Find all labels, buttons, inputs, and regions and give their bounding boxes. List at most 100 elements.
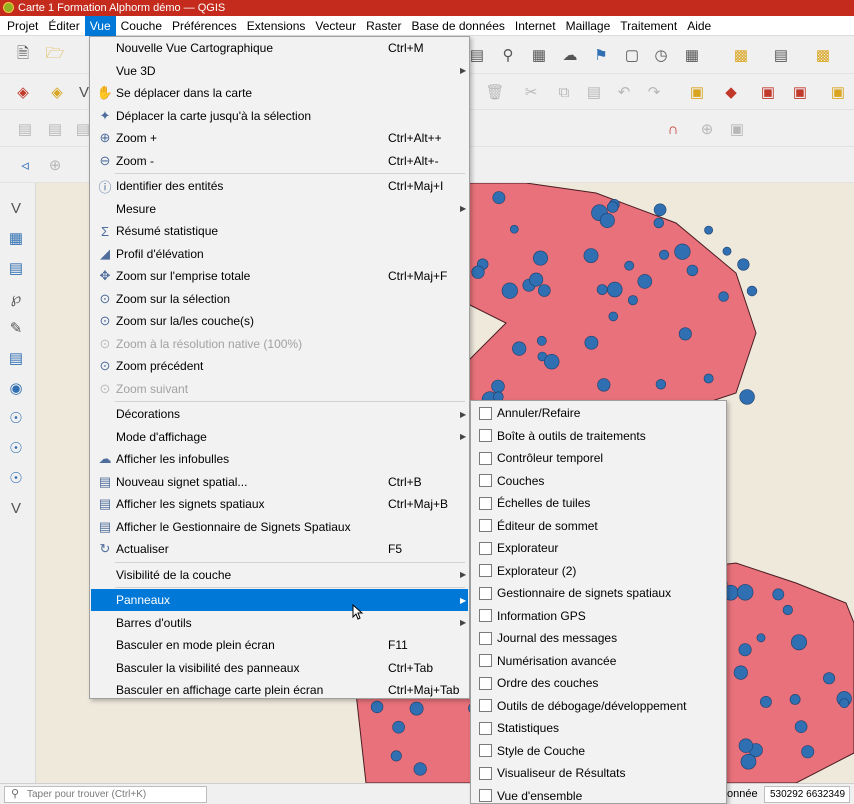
add-virtual-layer-icon[interactable]: ✎ xyxy=(5,317,27,339)
view-menu-item[interactable]: ◢ Profil d'élévation xyxy=(91,243,468,265)
view-menu-item[interactable]: ▤ Nouveau signet spatial... Ctrl+B xyxy=(91,471,468,493)
add-delimited-text-icon[interactable]: ℘ xyxy=(5,287,27,309)
menu-aide[interactable]: Aide xyxy=(682,16,716,36)
add-spatialite-icon[interactable]: ▤ xyxy=(5,347,27,369)
view-menu-item[interactable]: Visibilité de la couche ▶ xyxy=(91,564,468,586)
grid-icon[interactable]: ▣ xyxy=(726,118,748,140)
view-menu-item[interactable]: ⊙ Zoom sur la sélection xyxy=(91,288,468,310)
new-bookmark-toolbar-icon[interactable]: ▦ xyxy=(528,44,550,66)
panel-toggle-item[interactable]: Explorateur (2) xyxy=(472,560,725,582)
view-menu-item[interactable]: ✥ Zoom sur l'emprise totale Ctrl+Maj+F xyxy=(91,265,468,287)
view-menu-item[interactable]: Mode d'affichage ▶ xyxy=(91,426,468,448)
menu-couche[interactable]: Couche xyxy=(116,16,167,36)
attribute-table-icon[interactable]: ▤ xyxy=(770,44,792,66)
view-menu-item[interactable]: Panneaux ▶ xyxy=(91,589,468,611)
panel-toggle-item[interactable]: Boîte à outils de traitements xyxy=(472,425,725,447)
add-postgis-icon[interactable]: ◉ xyxy=(5,377,27,399)
panel-toggle-item[interactable]: Couches xyxy=(472,470,725,492)
delete-icon[interactable]: 🗑 xyxy=(484,81,506,103)
view-menu-item[interactable]: ⊖ Zoom - Ctrl+Alt+- xyxy=(91,150,468,172)
menu-traitement[interactable]: Traitement xyxy=(615,16,682,36)
menu-internet[interactable]: Internet xyxy=(510,16,561,36)
add-vector-icon[interactable]: ◈ xyxy=(46,81,68,103)
open-project-icon[interactable]: 🗁 xyxy=(44,44,66,66)
panel-checkbox[interactable] xyxy=(479,541,492,555)
view-menu-item[interactable]: Vue 3D ▶ xyxy=(91,60,468,82)
panel-checkbox[interactable] xyxy=(479,721,492,735)
snapping-icon[interactable]: ⊕ xyxy=(696,118,718,140)
map-tips-toolbar-icon[interactable]: ☁ xyxy=(559,44,581,66)
panel-toggle-item[interactable]: Outils de débogage/développement xyxy=(472,695,725,717)
add-wfs-icon[interactable]: ☉ xyxy=(5,437,27,459)
view-menu-item[interactable]: ▤ Afficher les signets spatiaux Ctrl+Maj+B xyxy=(91,493,468,515)
panel-toggle-item[interactable]: Journal des messages xyxy=(472,627,725,649)
panel-toggle-item[interactable]: Échelles de tuiles xyxy=(472,492,725,514)
panel-checkbox[interactable] xyxy=(479,676,492,690)
zoom-tool-icon[interactable]: ⚲ xyxy=(497,44,519,66)
panel-checkbox[interactable] xyxy=(479,451,492,465)
add-mesh-layer-icon[interactable]: ▤ xyxy=(5,257,27,279)
menu-vecteur[interactable]: Vecteur xyxy=(310,16,361,36)
view-menu-item[interactable]: ⊙ Zoom précédent xyxy=(91,355,468,377)
menu-maillage[interactable]: Maillage xyxy=(561,16,616,36)
add-vector-layer-icon[interactable]: V xyxy=(5,197,27,219)
panel-toggle-item[interactable]: Éditeur de sommet xyxy=(472,515,725,537)
magnet-icon[interactable]: ∩ xyxy=(662,118,684,140)
panel-toggle-item[interactable]: Annuler/Refaire xyxy=(472,402,725,424)
menu-projet[interactable]: Projet xyxy=(2,16,43,36)
select-by-rectangle-icon[interactable]: ▩ xyxy=(730,44,752,66)
bookmark-toolbar-icon[interactable]: ⚑ xyxy=(590,44,612,66)
panel-checkbox[interactable] xyxy=(479,406,492,420)
calculator-icon[interactable]: ▦ xyxy=(681,44,703,66)
panel-toggle-item[interactable]: Style de Couche xyxy=(472,740,725,762)
chart-icon[interactable]: ▤ xyxy=(14,118,36,140)
panel-checkbox[interactable] xyxy=(479,631,492,645)
menu-vue[interactable]: Vue xyxy=(84,15,116,36)
panel-checkbox[interactable] xyxy=(479,429,492,442)
paste-icon[interactable]: ▤ xyxy=(583,81,605,103)
view-menu-item[interactable]: Barres d'outils ▶ xyxy=(91,612,468,634)
add-vector-tile-icon[interactable]: V xyxy=(5,497,27,519)
locator-search-input[interactable]: ⚲ Taper pour trouver (Ctrl+K) xyxy=(4,786,207,803)
panel-checkbox[interactable] xyxy=(479,586,492,600)
cut-icon[interactable]: ✂ xyxy=(520,81,542,103)
view-menu-item[interactable]: Nouvelle Vue Cartographique Ctrl+M xyxy=(91,37,468,59)
clock-icon[interactable]: ◷ xyxy=(650,44,672,66)
view-menu-item[interactable]: ⊕ Zoom + Ctrl+Alt++ xyxy=(91,127,468,149)
panel-toggle-item[interactable]: Information GPS xyxy=(472,605,725,627)
coordinate-field[interactable]: 530292 6632349 xyxy=(764,786,850,803)
menu-pr-f-rences[interactable]: Préférences xyxy=(167,16,242,36)
menu-raster[interactable]: Raster xyxy=(361,16,406,36)
add-wcs-icon[interactable]: ☉ xyxy=(5,467,27,489)
view-menu-item[interactable]: ✦ Déplacer la carte jusqu'à la sélection xyxy=(91,105,468,127)
view-menu-item[interactable]: ⊙ Zoom sur la/les couche(s) xyxy=(91,310,468,332)
label-hide-icon[interactable]: ▣ xyxy=(789,81,811,103)
panel-toggle-item[interactable]: Ordre des couches xyxy=(472,672,725,694)
pan-toolbar-icon[interactable]: ◃ xyxy=(14,154,36,176)
panel-toggle-item[interactable]: Numérisation avancée xyxy=(472,650,725,672)
panel-toggle-item[interactable]: Statistiques xyxy=(472,717,725,739)
panel-checkbox[interactable] xyxy=(479,519,492,532)
view-menu-item[interactable]: Mesure ▶ xyxy=(91,198,468,220)
panel-checkbox[interactable] xyxy=(479,474,492,487)
add-layer-icon[interactable]: ◈ xyxy=(12,81,34,103)
view-menu-item[interactable]: ☁ Afficher les infobulles xyxy=(91,448,468,470)
chart-2-icon[interactable]: ▤ xyxy=(44,118,66,140)
panel-checkbox[interactable] xyxy=(479,744,492,757)
deselect-icon[interactable]: ▩ xyxy=(812,44,834,66)
view-menu-item[interactable]: ▤ Afficher le Gestionnaire de Signets Spa… xyxy=(91,516,468,538)
label-abc-icon[interactable]: ▣ xyxy=(686,81,708,103)
label-pin-icon[interactable]: ▣ xyxy=(757,81,779,103)
add-raster-layer-icon[interactable]: ▦ xyxy=(5,227,27,249)
label-move-icon[interactable]: ▣ xyxy=(827,81,849,103)
menu-extensions[interactable]: Extensions xyxy=(242,16,311,36)
panel-toggle-item[interactable]: Contrôleur temporel xyxy=(472,447,725,469)
panel-checkbox[interactable] xyxy=(479,496,492,510)
view-menu-item[interactable]: ⓘ Identifier des entités Ctrl+Maj+I xyxy=(91,175,468,197)
panel-toggle-item[interactable]: Visualiseur de Résultats xyxy=(472,762,725,784)
refresh-toolbar-icon[interactable]: ▢ xyxy=(621,44,643,66)
panel-toggle-item[interactable]: Vue d'ensemble xyxy=(472,785,725,804)
view-menu-item[interactable]: Décorations ▶ xyxy=(91,403,468,425)
menu--diter[interactable]: Éditer xyxy=(43,16,84,36)
view-menu-item[interactable]: Basculer en affichage carte plein écran C… xyxy=(91,679,468,701)
